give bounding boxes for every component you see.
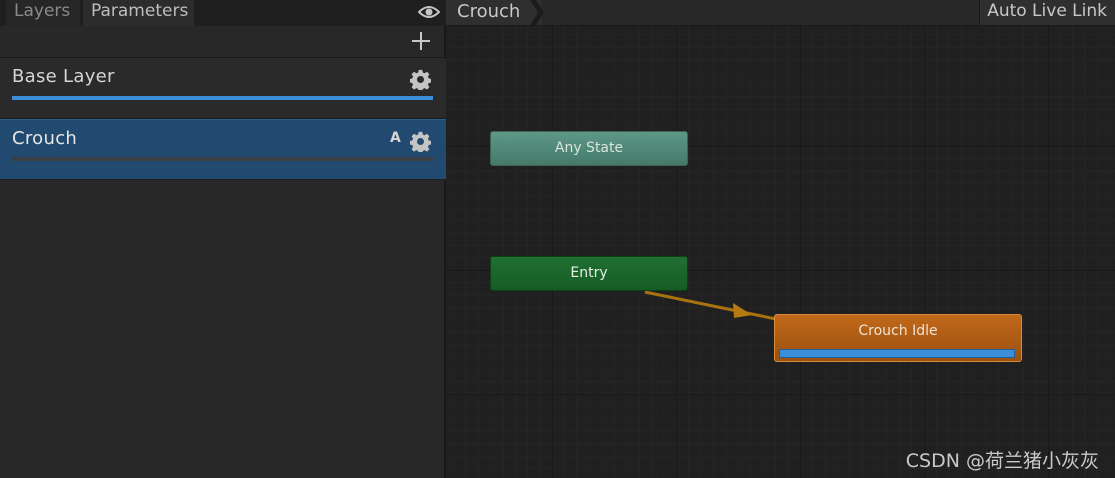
layer-item-crouch[interactable]: Crouch A bbox=[0, 119, 446, 179]
tab-layers[interactable]: Layers bbox=[6, 0, 80, 26]
breadcrumb[interactable]: Crouch bbox=[446, 0, 543, 25]
state-progress-bar bbox=[779, 349, 1015, 358]
breadcrumb-arrow-icon bbox=[530, 0, 544, 25]
gear-icon[interactable] bbox=[410, 131, 431, 152]
divider bbox=[0, 179, 446, 180]
eye-icon[interactable] bbox=[418, 4, 440, 20]
state-label: Crouch Idle bbox=[858, 323, 938, 339]
layers-panel: Layers Parameters Base Layer Crouch A bbox=[0, 0, 446, 478]
gear-icon[interactable] bbox=[410, 69, 431, 90]
panel-tabbar: Layers Parameters bbox=[0, 0, 446, 26]
state-entry[interactable]: Entry bbox=[490, 256, 688, 291]
layer-item-base-layer[interactable]: Base Layer bbox=[0, 58, 446, 118]
layer-name: Base Layer bbox=[12, 66, 115, 87]
layer-weight-bar[interactable] bbox=[12, 157, 433, 161]
auto-live-link-button[interactable]: Auto Live Link bbox=[979, 0, 1115, 25]
state-any-state[interactable]: Any State bbox=[490, 131, 688, 166]
state-crouch-idle[interactable]: Crouch Idle bbox=[774, 314, 1022, 362]
add-layer-button[interactable] bbox=[407, 28, 435, 54]
graph-toolbar: Crouch Auto Live Link bbox=[446, 0, 1115, 26]
state-machine-graph[interactable] bbox=[446, 26, 1115, 478]
additive-badge: A bbox=[390, 130, 401, 146]
watermark: CSDN @荷兰猪小灰灰 bbox=[905, 450, 1099, 472]
layer-weight-bar[interactable] bbox=[12, 96, 433, 100]
plus-icon bbox=[412, 32, 430, 50]
tab-parameters[interactable]: Parameters bbox=[82, 0, 194, 26]
layer-name: Crouch bbox=[12, 128, 78, 149]
